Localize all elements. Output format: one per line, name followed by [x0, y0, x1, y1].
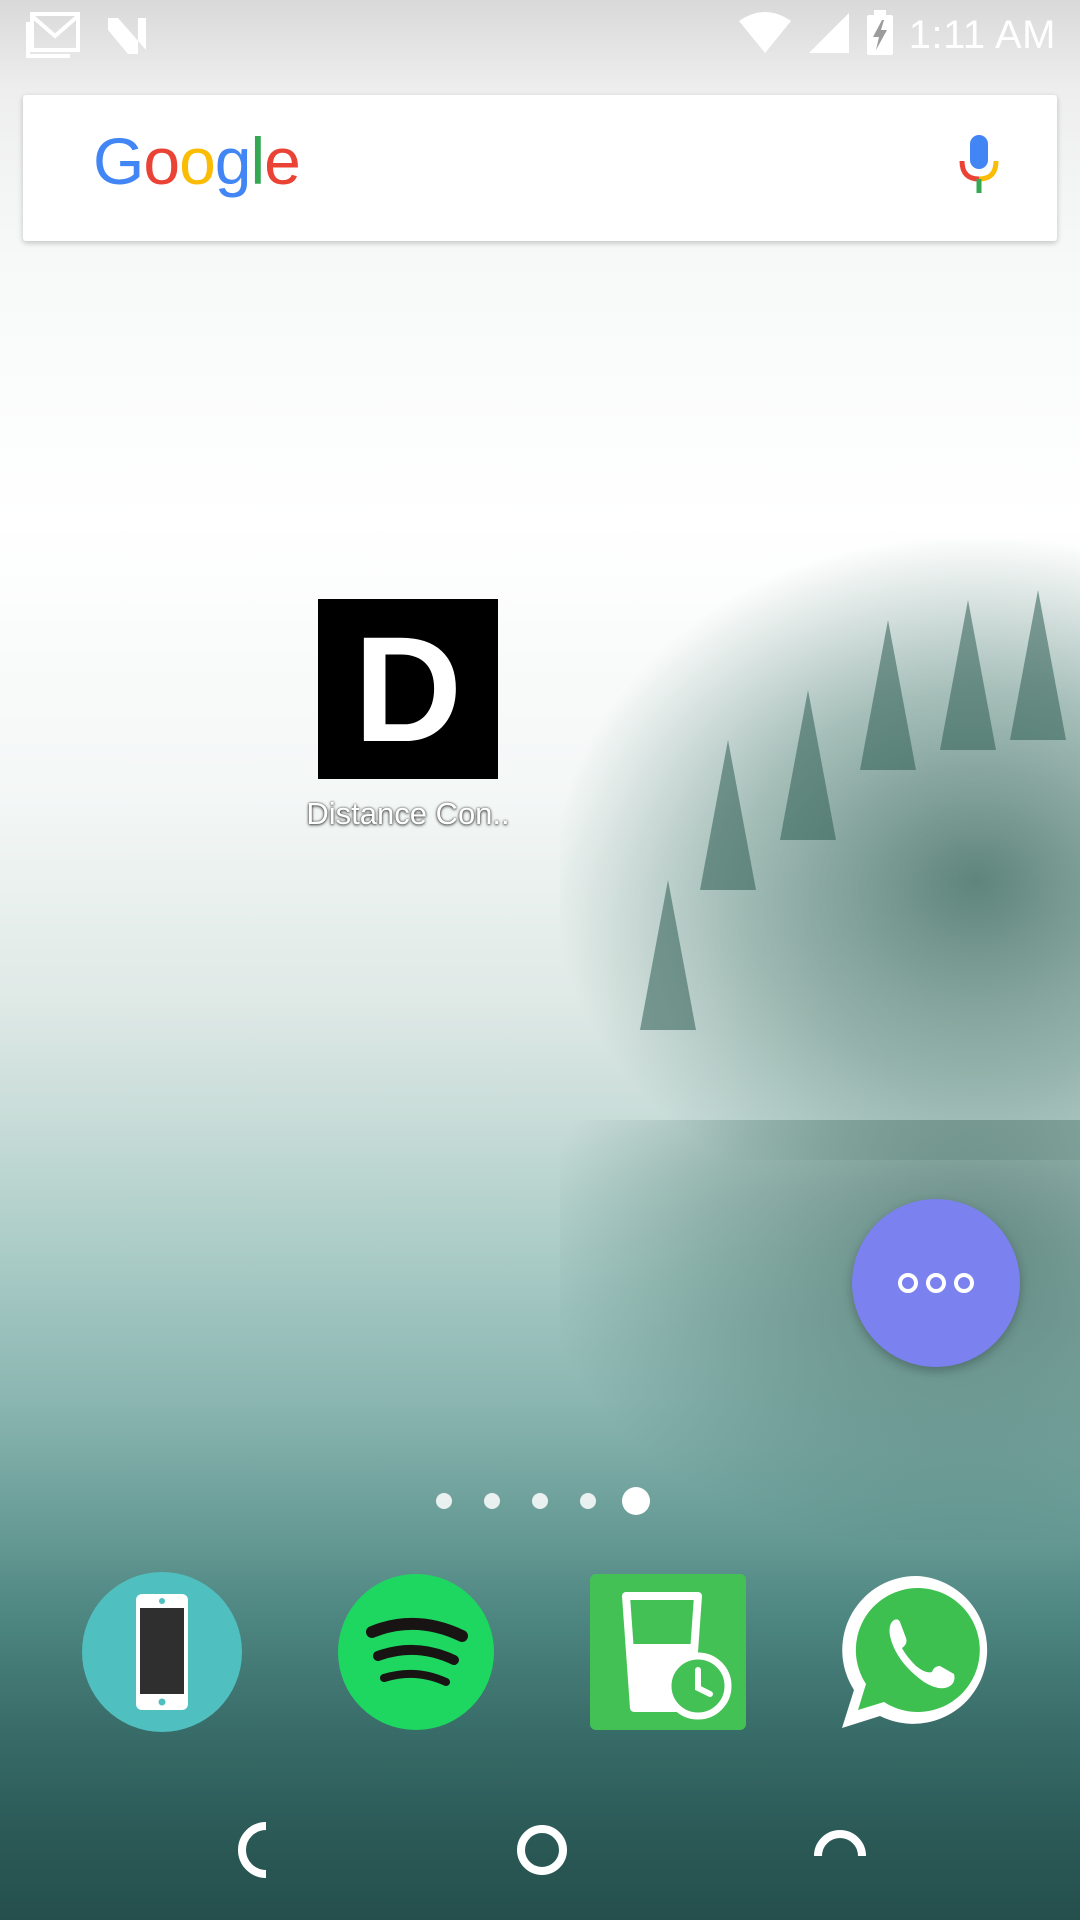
home-screen: 1:11 AM Google D Distance Con.. [0, 0, 1080, 1920]
phone-app-icon[interactable] [80, 1570, 244, 1734]
wallpaper-tree [940, 600, 996, 750]
spotify-icon[interactable] [334, 1570, 498, 1734]
n-notification-icon [104, 12, 150, 63]
page-dot[interactable] [484, 1493, 500, 1509]
back-icon[interactable] [222, 1822, 278, 1883]
battery-charging-icon [865, 10, 895, 61]
google-logo: Google [93, 123, 301, 199]
wallpaper-tree [780, 690, 836, 840]
recents-icon[interactable] [812, 1822, 868, 1883]
whatsapp-icon[interactable] [836, 1570, 1000, 1734]
page-indicator[interactable] [0, 1487, 1080, 1517]
wallpaper-tree [640, 880, 696, 1030]
wallpaper-tree [1010, 590, 1066, 740]
page-dot[interactable] [532, 1493, 548, 1509]
navigation-bar [0, 1790, 1080, 1920]
page-dot[interactable] [436, 1493, 452, 1509]
wallpaper-tree [700, 740, 756, 890]
google-logo-letter: G [93, 124, 144, 198]
wallpaper-tree [860, 620, 916, 770]
more-dots-icon [898, 1273, 974, 1293]
google-logo-letter: o [143, 124, 180, 198]
wifi-icon [737, 11, 793, 60]
home-icon[interactable] [514, 1822, 570, 1883]
mic-icon[interactable] [957, 133, 1001, 202]
floating-more-button[interactable] [852, 1199, 1020, 1367]
google-logo-letter: e [264, 124, 301, 198]
google-search-bar[interactable]: Google [23, 95, 1057, 241]
wallpaper-forest [560, 540, 1080, 1160]
google-logo-letter: o [179, 124, 216, 198]
google-logo-letter: g [214, 124, 252, 198]
app-label[interactable]: Distance Con.. [258, 796, 558, 832]
google-logo-letter: l [250, 124, 266, 198]
distance-app-icon[interactable]: D [318, 599, 498, 779]
status-bar[interactable]: 1:11 AM [0, 0, 1080, 72]
app-icon-letter: D [353, 605, 463, 773]
gmail-notification-icon [26, 12, 80, 63]
status-time: 1:11 AM [908, 13, 1056, 57]
water-reminder-icon[interactable] [586, 1570, 750, 1734]
page-dot-active[interactable] [622, 1487, 650, 1515]
page-dot[interactable] [580, 1493, 596, 1509]
cell-signal-icon [807, 11, 851, 60]
